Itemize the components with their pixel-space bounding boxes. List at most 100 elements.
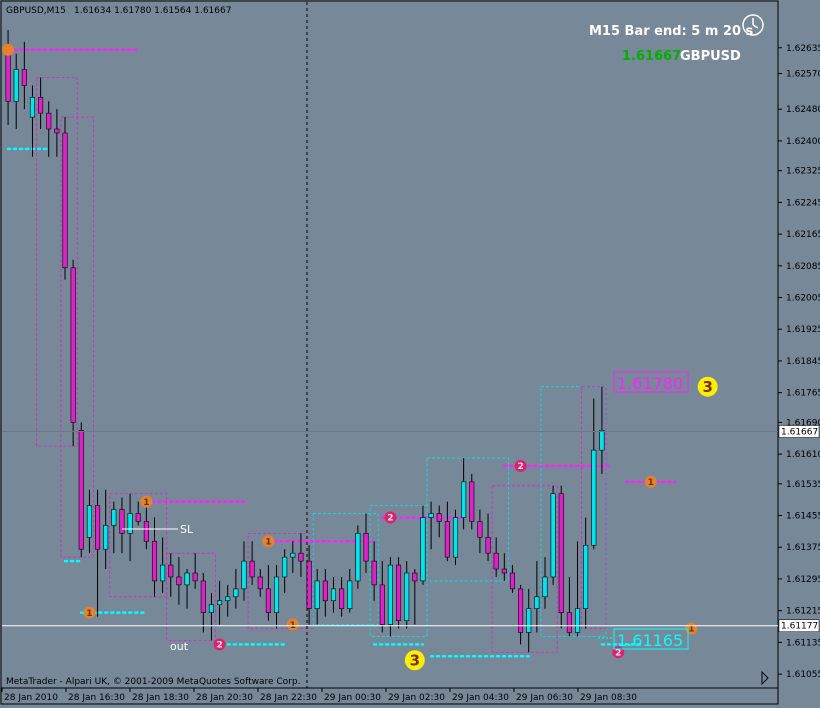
candle-body — [461, 481, 467, 518]
candle-body — [412, 572, 418, 582]
y-tick-label: 1.62400 — [786, 137, 820, 147]
candle-body — [184, 572, 190, 586]
marker-label: 1 — [265, 538, 271, 548]
candle-body — [534, 596, 540, 609]
y-tick-label: 1.61765 — [786, 389, 820, 399]
candle-body — [86, 505, 92, 538]
candle-body — [566, 612, 572, 633]
y-tick-label: 1.62165 — [786, 230, 820, 240]
marker-label: 1 — [86, 609, 92, 619]
candle-body — [103, 525, 109, 550]
y-tick-label: 1.61925 — [786, 325, 820, 335]
svg-text:1.61780: 1.61780 — [617, 374, 683, 393]
candle-body — [282, 556, 288, 578]
y-tick-label: 1.61375 — [786, 543, 820, 553]
candle-body — [420, 517, 426, 582]
candle-body — [217, 600, 223, 606]
candle-body — [591, 449, 597, 546]
candle-body — [550, 493, 556, 578]
candle-body — [330, 588, 337, 602]
header-symbol: GBPUSD,M15 — [6, 6, 66, 16]
candle-body — [339, 588, 345, 609]
candle-body — [371, 560, 377, 586]
horizontal-line-label: 1.61177 — [781, 622, 818, 632]
x-tick-label: 28 Jan 20:30 — [196, 693, 253, 703]
x-tick-label: 29 Jan 00:30 — [324, 693, 381, 703]
candle-body — [387, 564, 393, 625]
candle-body — [127, 513, 133, 534]
candle-body — [111, 509, 117, 526]
header-ohlc: 1.61634 1.61780 1.61564 1.61667 — [74, 6, 231, 16]
candle-body — [396, 564, 402, 621]
y-tick-label: 1.62245 — [786, 198, 820, 208]
candle-body — [208, 604, 214, 613]
candle-body — [46, 112, 52, 130]
y-tick-label: 1.61610 — [786, 450, 820, 460]
candle-body — [599, 429, 605, 451]
candle-body — [78, 429, 84, 550]
price-box-low: 1.61165 — [613, 628, 689, 650]
candle-body — [444, 521, 450, 558]
candle-body — [583, 544, 589, 609]
candle-body — [363, 533, 369, 562]
candle-body — [257, 576, 263, 590]
candle-body — [233, 588, 239, 598]
copyright: MetaTrader - Alpari UK, © 2001-2009 Meta… — [6, 677, 300, 687]
candle-body — [436, 513, 442, 522]
candle-body — [306, 560, 312, 609]
svg-text:1.61165: 1.61165 — [617, 631, 683, 650]
candle-body — [290, 552, 296, 558]
x-tick-label: 29 Jan 02:30 — [388, 693, 445, 703]
current-price-label: 1.61667 — [781, 427, 818, 437]
y-tick-label: 1.62635 — [786, 44, 820, 54]
candle-body — [404, 572, 410, 621]
candle-body — [13, 69, 19, 102]
x-tick-label: 29 Jan 04:30 — [452, 693, 509, 703]
x-tick-label: 28 Jan 16:30 — [68, 693, 125, 703]
marker-label: 1 — [648, 478, 654, 488]
candle-body — [168, 564, 174, 578]
marker-label: 3 — [410, 652, 420, 670]
sl-label: SL — [180, 523, 194, 536]
candle-body — [176, 576, 182, 586]
x-tick-label: 28 Jan 2010 — [4, 693, 58, 703]
bar-end-timer: M15 Bar end: 5 m 20 s — [589, 24, 754, 39]
marker-label: 2 — [216, 641, 222, 651]
y-tick-label: 1.62325 — [786, 167, 820, 177]
candle-body — [192, 572, 198, 582]
marker-label: 2 — [517, 462, 523, 472]
y-tick-label: 1.61535 — [786, 480, 820, 490]
marker-label: 1 — [143, 498, 149, 508]
y-tick-label: 1.62570 — [786, 70, 820, 80]
candle-body — [135, 513, 141, 522]
marker-label: 1 — [688, 625, 694, 635]
candle-body — [428, 513, 434, 518]
y-tick-label: 1.61845 — [786, 357, 820, 367]
y-tick-label: 1.61215 — [786, 607, 820, 617]
x-tick-label: 29 Jan 06:30 — [516, 693, 573, 703]
candle-body — [21, 69, 27, 86]
candle-body — [160, 564, 166, 582]
x-tick-label: 28 Jan 22:30 — [260, 693, 317, 703]
x-tick-label: 29 Jan 08:30 — [580, 693, 637, 703]
candle-body — [95, 505, 101, 550]
candle-body — [241, 560, 247, 590]
marker-label: 2 — [615, 649, 621, 659]
candle-body — [200, 580, 206, 613]
candle-body — [38, 97, 44, 114]
candle-body — [298, 552, 304, 562]
candle-body — [347, 580, 353, 609]
info-symbol: GBPUSD — [680, 49, 741, 64]
candle-body — [493, 552, 499, 570]
info-price: 1.61667 — [622, 49, 681, 64]
candle-body — [5, 53, 11, 102]
candle-body — [477, 521, 483, 538]
candle-body — [29, 97, 36, 118]
candle-body — [151, 540, 158, 582]
candle-body — [501, 568, 507, 574]
y-tick-label: 1.61135 — [786, 638, 820, 648]
candle-body — [485, 537, 491, 554]
x-tick-label: 28 Jan 18:30 — [132, 693, 189, 703]
candle-body — [119, 509, 125, 534]
y-tick-label: 1.62005 — [786, 294, 820, 304]
